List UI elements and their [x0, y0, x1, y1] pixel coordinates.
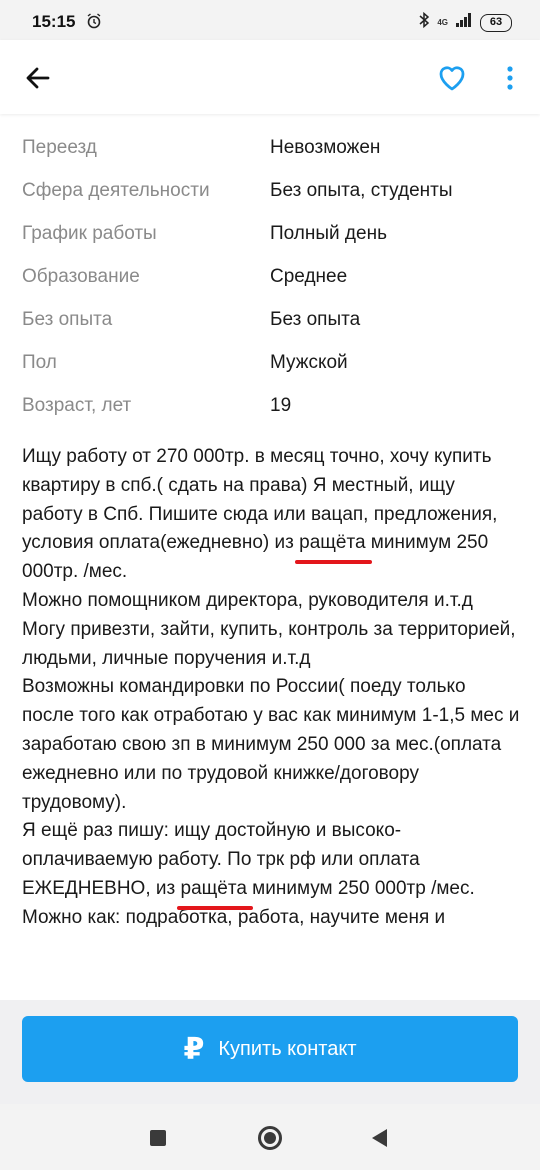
alarm-icon	[86, 13, 102, 34]
favorite-button[interactable]	[436, 62, 468, 94]
property-key: Без опыта	[22, 308, 113, 330]
status-bar: 15:15 4G 63	[0, 0, 540, 40]
network-type: 4G	[437, 17, 448, 27]
property-value: Полный день	[270, 222, 387, 244]
property-value: Без опыта	[270, 308, 361, 330]
description-fragment: минимум 250 000тр /мес.	[246, 877, 475, 899]
properties-list: Переезд Невозможен Сфера деятельности Без …	[0, 114, 540, 427]
property-row: Пол Мужской	[22, 341, 540, 384]
property-value: Невозможен	[270, 136, 381, 158]
highlighted-word: ращёта	[295, 529, 372, 564]
bluetooth-icon	[419, 11, 430, 33]
description-paragraph: Возможны командировки по России( поеду т…	[22, 676, 520, 813]
property-key: Переезд	[22, 136, 97, 158]
description-text: Ищу работу от 270 000тр. в месяц точно, …	[0, 427, 540, 933]
property-row: Образование Среднее	[22, 255, 540, 298]
status-time: 15:15	[32, 12, 76, 31]
nav-back-button[interactable]	[372, 1129, 387, 1147]
property-value: Среднее	[270, 265, 348, 287]
property-key: Образование	[22, 265, 140, 287]
property-key: Сфера деятельности	[22, 179, 210, 201]
description-paragraph: Могу привезти, зайти, купить, контроль з…	[22, 618, 516, 669]
property-key: График работы	[22, 222, 157, 244]
heart-outline-icon	[439, 66, 465, 91]
property-row: Переезд Невозможен	[22, 126, 540, 169]
home-button[interactable]	[258, 1126, 282, 1150]
property-row: Без опыта Без опыта	[22, 298, 540, 341]
bottom-action-bar: ₽ Купить контакт	[0, 1000, 540, 1104]
app-bar	[0, 40, 540, 114]
property-key: Пол	[22, 351, 57, 373]
description-paragraph: Я ещё раз пишу: ищу достойную и высоко-о…	[22, 817, 520, 910]
signal-icon	[456, 13, 472, 32]
description-paragraph: Можно как: подработка, работа, научите м…	[22, 906, 446, 928]
property-row: Возраст, лет 19	[22, 384, 540, 427]
highlighted-word: ращёта	[176, 875, 254, 910]
recents-button[interactable]	[150, 1130, 166, 1146]
buy-contact-button[interactable]: ₽ Купить контакт	[22, 1016, 518, 1082]
vacancy-content[interactable]: Переезд Невозможен Сфера деятельности Без …	[0, 114, 540, 1000]
property-value: Мужской	[270, 351, 348, 373]
buy-contact-label: Купить контакт	[218, 1037, 357, 1060]
ruble-icon: ₽	[183, 1032, 205, 1066]
property-row: График работы Полный день	[22, 212, 540, 255]
back-button[interactable]	[22, 62, 54, 94]
property-key: Возраст, лет	[22, 394, 132, 416]
system-nav-bar	[0, 1104, 540, 1170]
more-options-button[interactable]	[500, 62, 520, 94]
property-row: Сфера деятельности Без опыта, студенты	[22, 169, 540, 212]
property-value: 19	[270, 394, 292, 416]
property-value: Без опыта, студенты	[270, 179, 453, 201]
more-vert-icon	[507, 66, 513, 90]
battery-indicator: 63	[480, 13, 512, 32]
arrow-left-icon	[26, 67, 50, 89]
description-paragraph: Можно помощником директора, руководителя…	[22, 589, 473, 611]
description-paragraph: Ищу работу от 270 000тр. в месяц точно, …	[22, 443, 520, 587]
